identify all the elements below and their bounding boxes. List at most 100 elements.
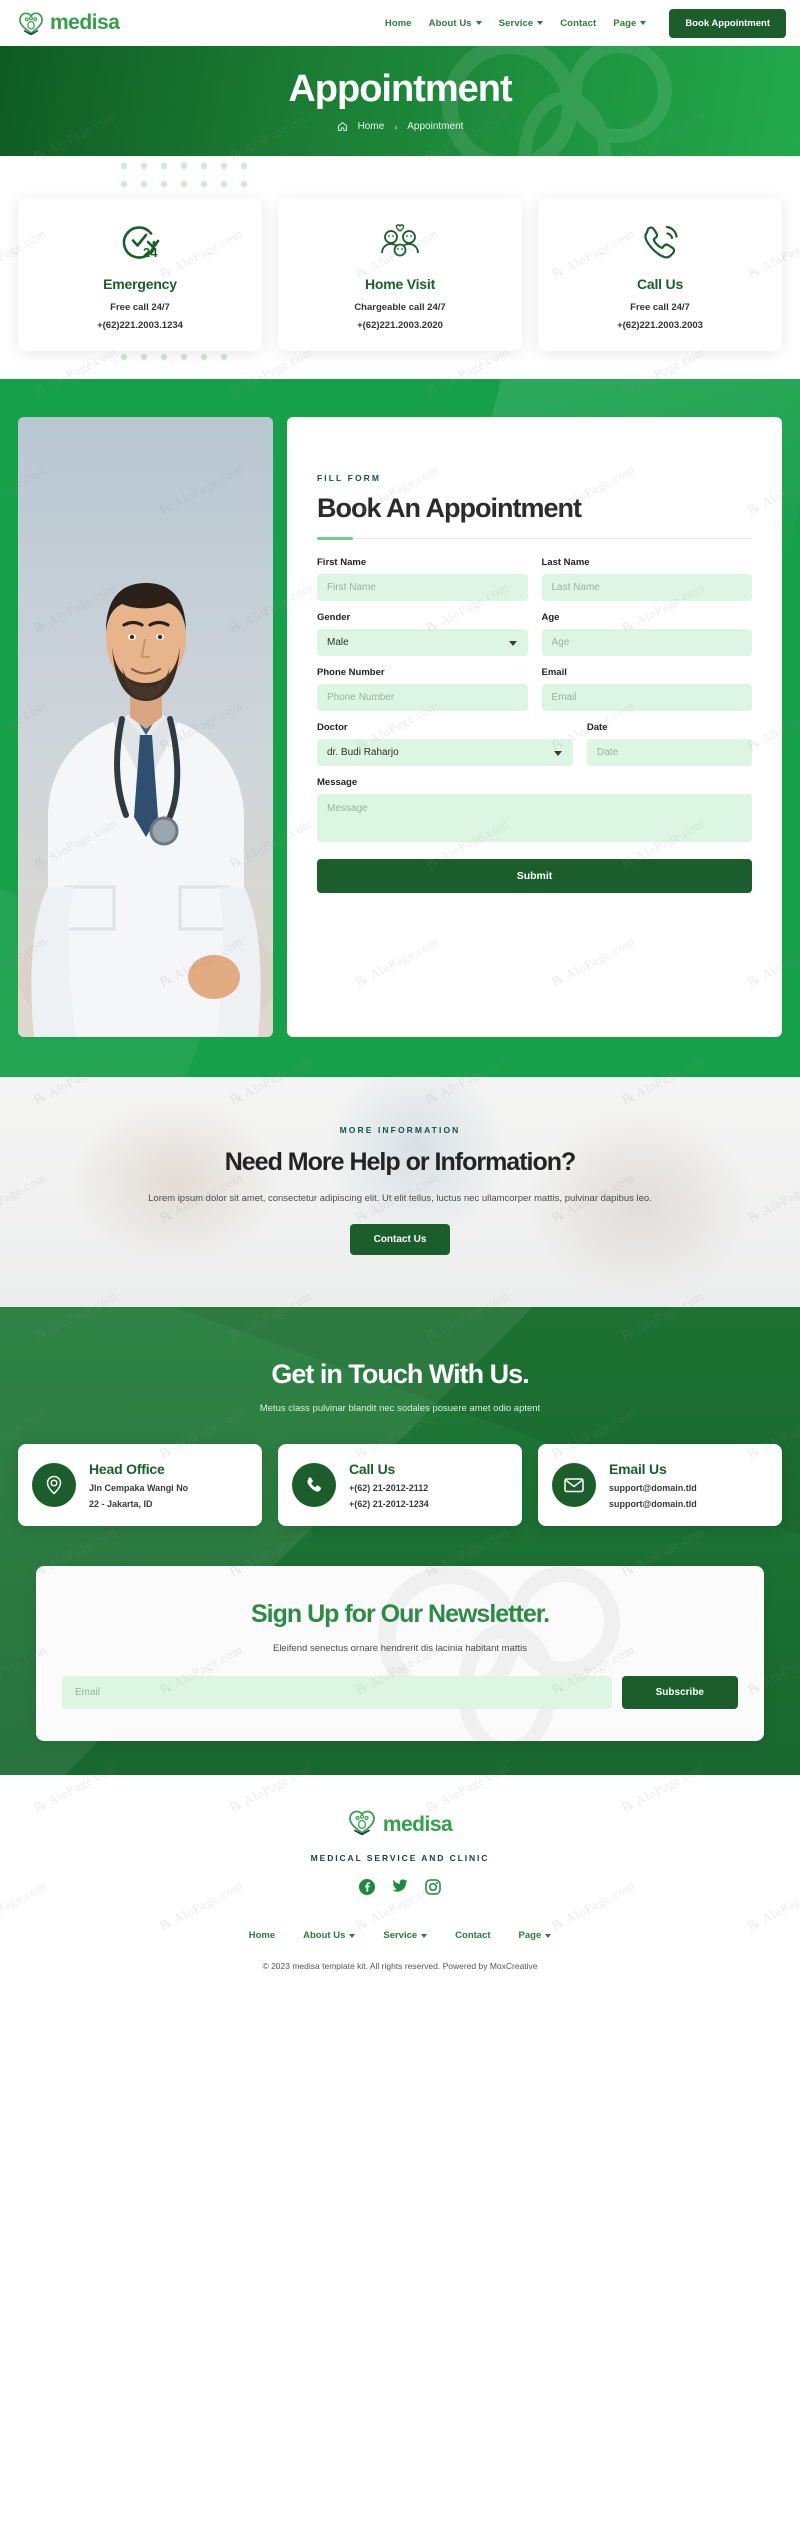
chevron-down-icon: [537, 21, 544, 25]
nav-item-service-label: Service: [498, 17, 534, 29]
footer-nav-home[interactable]: Home: [249, 1930, 275, 1941]
newsletter-heading: Sign Up for Our Newsletter.: [250, 1600, 550, 1628]
contact-cards: Head Office Jln Cempaka Wangi No 22 - Ja…: [18, 1444, 782, 1526]
date-field-group: Date: [586, 722, 752, 767]
newsletter-card: Sign Up for Our Newsletter. Eleifend sen…: [36, 1566, 764, 1741]
age-field-group: Age: [541, 612, 752, 657]
form-heading: Book An Appointment: [317, 493, 582, 523]
nav-links: Home About Us Service Contact Page Book …: [385, 8, 786, 38]
info-card-title: Call Us: [636, 276, 684, 292]
nav-item-about-us[interactable]: About Us: [429, 18, 482, 29]
book-appointment-button[interactable]: Book Appointment: [669, 8, 786, 38]
more-information-section: MORE INFORMATION Need More Help or Infor…: [0, 1077, 800, 1307]
appointment-section: FILL FORM Book An Appointment First Name…: [0, 379, 800, 1077]
chevron-down-icon: [545, 1933, 552, 1938]
twitter-icon[interactable]: [392, 1879, 408, 1900]
form-row: Gender Male Age: [317, 612, 752, 657]
info-card-title: Home Visit: [364, 276, 436, 292]
nav-item-service[interactable]: Service: [499, 18, 544, 29]
footer-nav-page-label: Page: [518, 1930, 542, 1941]
contact-card-line1: Jln Cempaka Wangi No: [89, 1483, 189, 1493]
message-textarea[interactable]: [317, 794, 752, 843]
chevron-down-icon: [349, 1933, 356, 1938]
home-icon: [337, 121, 348, 132]
facebook-icon[interactable]: [359, 1879, 375, 1900]
info-cards-section: 24 Emergency Free call 24/7 +(62)221.200…: [0, 156, 800, 379]
footer-nav-contact-label: Contact: [455, 1930, 491, 1941]
phone-input[interactable]: [317, 684, 528, 712]
footer-nav-about-us[interactable]: About Us: [303, 1930, 356, 1941]
brand-logo[interactable]: medisa: [18, 11, 120, 35]
contact-card-line2: 22 - Jakarta, ID: [89, 1499, 153, 1509]
last-name-label: Last Name: [541, 557, 590, 569]
help-heading: Need More Help or Information?: [224, 1148, 577, 1176]
contact-card-title: Email Us: [609, 1461, 667, 1477]
submit-button[interactable]: Submit: [317, 859, 752, 894]
instagram-icon[interactable]: [425, 1879, 441, 1900]
contact-us-button[interactable]: Contact Us: [349, 1224, 451, 1255]
newsletter-section: Sign Up for Our Newsletter. Eleifend sen…: [18, 1526, 782, 1741]
nav-item-about-us-label: About Us: [428, 17, 472, 29]
footer-nav: Home About Us Service Contact Page: [20, 1930, 780, 1941]
footer-brand[interactable]: medisa: [20, 1809, 780, 1840]
touch-subtitle: Metus class pulvinar blandit nec sodales…: [259, 1403, 541, 1414]
age-input[interactable]: [541, 629, 752, 657]
nav-item-home[interactable]: Home: [385, 18, 412, 29]
appointment-form: FILL FORM Book An Appointment First Name…: [287, 417, 782, 1037]
phone-icon: [292, 1463, 336, 1507]
email-input[interactable]: [541, 684, 752, 712]
doctor-label: Doctor: [317, 722, 348, 734]
svg-text:24: 24: [143, 245, 158, 260]
phone-field-group: Phone Number: [317, 667, 528, 712]
last-name-input[interactable]: [541, 574, 752, 602]
social-links: [20, 1879, 780, 1900]
footer-nav-service[interactable]: Service: [383, 1930, 428, 1941]
contact-card-line2: support@domain.tld: [609, 1499, 697, 1509]
footer-brand-name: medisa: [382, 1812, 453, 1836]
contact-card-title: Call Us: [349, 1461, 396, 1477]
info-card-line2: +(62)221.2003.2003: [617, 320, 703, 331]
touch-heading: Get in Touch With Us.: [271, 1359, 529, 1389]
navbar: medisa Home About Us Service Contact Pag…: [0, 0, 800, 46]
form-row: First Name Last Name: [317, 557, 752, 602]
contact-card-text: Head Office Jln Cempaka Wangi No 22 - Ja…: [89, 1461, 188, 1509]
contact-card-line1: +(62) 21-2012-2112: [349, 1483, 429, 1493]
brand-name: medisa: [50, 11, 120, 34]
footer-nav-page[interactable]: Page: [519, 1930, 552, 1941]
help-paragraph: Lorem ipsum dolor sit amet, consectetur …: [148, 1193, 652, 1204]
subscribe-button[interactable]: Subscribe: [621, 1676, 738, 1709]
info-cards: 24 Emergency Free call 24/7 +(62)221.200…: [0, 198, 800, 351]
info-card-call-us: Call Us Free call 24/7 +(62)221.2003.200…: [538, 198, 782, 351]
chevron-down-icon: [421, 1933, 428, 1938]
footer-nav-contact[interactable]: Contact: [455, 1930, 490, 1941]
info-card-line2: +(62)221.2003.2020: [357, 320, 443, 331]
first-name-input[interactable]: [317, 574, 528, 602]
footer-nav-service-label: Service: [383, 1930, 418, 1941]
contact-card-call-us: Call Us +(62) 21-2012-2112 +(62) 21-2012…: [278, 1444, 522, 1526]
contact-card-line1: support@domain.tld: [609, 1483, 697, 1493]
gender-field-group: Gender Male: [317, 612, 528, 657]
age-label: Age: [541, 612, 560, 624]
contact-card-text: Call Us +(62) 21-2012-2112 +(62) 21-2012…: [349, 1461, 429, 1509]
footer: medisa MEDICAL SERVICE AND CLINIC Home A…: [0, 1775, 800, 1993]
gender-select[interactable]: Male: [317, 629, 528, 657]
form-divider: [317, 537, 752, 541]
date-input[interactable]: [586, 739, 752, 767]
nav-item-page-label: Page: [613, 17, 637, 29]
email-label: Email: [541, 667, 567, 679]
nav-item-page[interactable]: Page: [613, 17, 647, 29]
footer-nav-home-label: Home: [248, 1930, 276, 1941]
form-eyebrow: FILL FORM: [317, 473, 382, 483]
first-name-field-group: First Name: [317, 557, 528, 602]
gender-select-wrap: Male: [317, 629, 528, 657]
contact-card-head-office: Head Office Jln Cempaka Wangi No 22 - Ja…: [18, 1444, 262, 1526]
family-icon: [288, 220, 512, 266]
contact-card-title: Head Office: [89, 1461, 165, 1477]
contact-card-text: Email Us support@domain.tld support@doma…: [609, 1461, 697, 1509]
date-label: Date: [586, 722, 608, 734]
doctor-select[interactable]: dr. Budi Raharjo: [317, 739, 573, 767]
doctor-photo: [18, 417, 273, 1037]
breadcrumb-home[interactable]: Home: [358, 121, 385, 132]
nav-item-contact[interactable]: Contact: [560, 18, 596, 29]
newsletter-email-input[interactable]: [62, 1676, 612, 1709]
